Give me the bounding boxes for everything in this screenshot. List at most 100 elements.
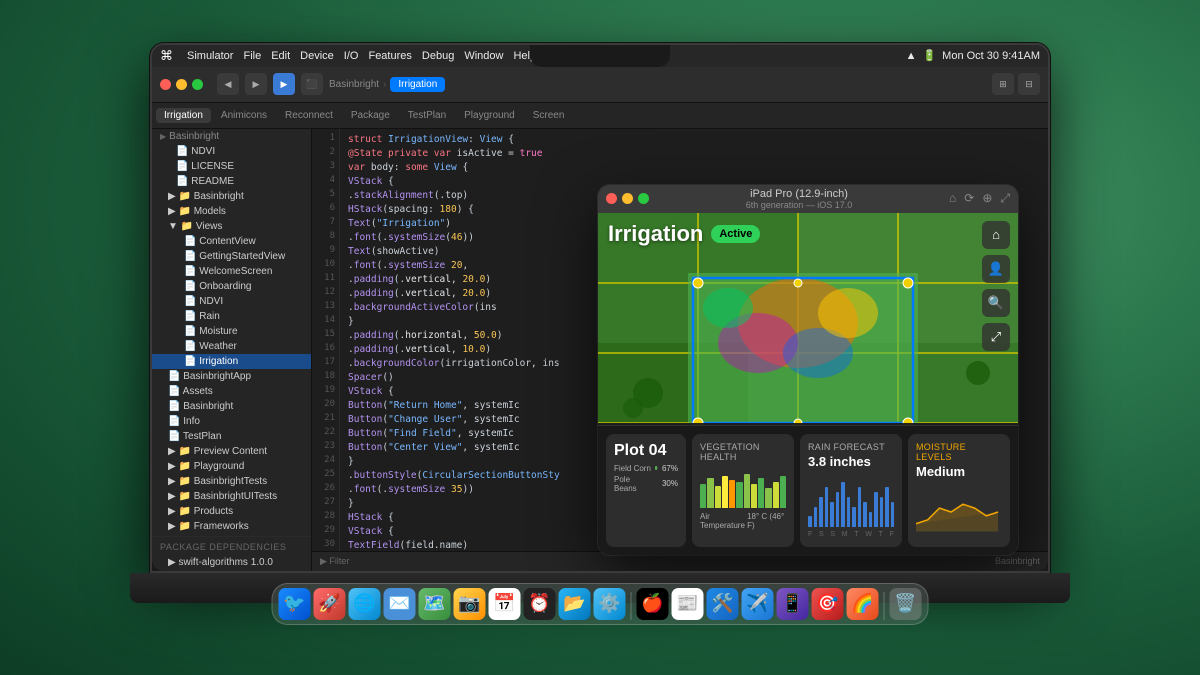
sidebar-models[interactable]: ▶ 📁 Models [152,204,311,219]
sidebar-moisture[interactable]: 📄 Moisture [152,324,311,339]
sidebar-basinbright-folder[interactable]: ▶ 📁 Basinbright [152,189,311,204]
sidebar-views[interactable]: ▼ 📁 Views [152,219,311,234]
rotate-icon[interactable]: ⟳ [964,191,974,206]
inspector-btn[interactable]: ⊟ [1018,73,1040,95]
sidebar-contentview[interactable]: 📄 ContentView [152,234,311,249]
dock-instruments[interactable]: 🎯 [812,588,844,620]
dock-finder[interactable]: 🐦 [279,588,311,620]
dock-simulator[interactable]: 📱 [777,588,809,620]
dock-calendar[interactable]: 📅 [489,588,521,620]
apple-logo-icon: ⌘ [160,48,173,64]
run-button[interactable]: ▶ [273,73,295,95]
menu-debug[interactable]: Debug [422,50,454,62]
dock-appletv[interactable]: 🍎 [637,588,669,620]
search-tool-btn[interactable]: 🔍 [982,289,1010,317]
zoom-icon[interactable]: ⊕ [982,191,992,206]
tab-screen[interactable]: Screen [525,108,573,123]
tab-playground[interactable]: Playground [456,108,523,123]
rain-bar-13 [874,492,878,527]
menu-file[interactable]: File [243,50,261,62]
user-tool-btn[interactable]: 👤 [982,255,1010,283]
menu-device[interactable]: Device [300,50,334,62]
air-temp-row: Air Temperature 18° C (46° F) [700,512,786,530]
menu-io[interactable]: I/O [344,50,359,62]
sidebar-uitests[interactable]: ▶ 📁 BasinbrightUITests [152,489,311,504]
dock-launchpad[interactable]: 🚀 [314,588,346,620]
sidebar-assets[interactable]: 📄 Assets [152,384,311,399]
veg-bar-5 [729,480,735,508]
home-icon[interactable]: ⌂ [949,191,956,206]
dock-clock[interactable]: ⏰ [524,588,556,620]
dock-news[interactable]: 📰 [672,588,704,620]
sidebar-rain[interactable]: 📄 Rain [152,309,311,324]
tab-package[interactable]: Package [343,108,398,123]
sidebar-views-ndvi[interactable]: 📄 NDVI [152,294,311,309]
close-button[interactable] [160,79,171,90]
bottom-data-panel: Plot 04 Field Corn 67% [598,425,1018,555]
rain-value: 3.8 inches [808,454,894,469]
sidebar-ndvi[interactable]: 📄 NDVI [152,144,311,159]
menu-features[interactable]: Features [368,50,411,62]
dock-mail[interactable]: ✉️ [384,588,416,620]
veg-bars [700,468,786,508]
dock-safari[interactable]: 🌐 [349,588,381,620]
datetime: Mon Oct 30 9:41AM [942,50,1040,62]
field-corn-bar [655,466,657,470]
notch [530,45,670,67]
rain-bar-12 [869,512,873,527]
sidebar-testplan[interactable]: 📄 TestPlan [152,429,311,444]
maximize-button[interactable] [192,79,203,90]
dock-maps[interactable]: 🗺️ [419,588,451,620]
rain-bar-8 [847,497,851,527]
menu-edit[interactable]: Edit [271,50,290,62]
pkg-collections[interactable]: ▶ swift-collections 1.0.4 [152,570,311,571]
layout-btn[interactable]: ⊞ [992,73,1014,95]
menu-simulator[interactable]: Simulator [187,50,233,62]
package-dependencies-section: Package Dependencies ▶ swift-algorithms … [152,536,311,571]
menu-bar-left: ⌘ Simulator File Edit Device I/O Feature… [160,48,536,64]
filter-button[interactable]: ▶ Filter [320,556,349,567]
sidebar-onboarding[interactable]: 📄 Onboarding [152,279,311,294]
dock-xcode[interactable]: 🛠️ [707,588,739,620]
sidebar-gettingstarted[interactable]: 📄 GettingStartedView [152,249,311,264]
fullscreen-icon[interactable]: ⤢ [1000,191,1010,206]
tab-irrigation[interactable]: Irrigation [156,108,211,123]
back-button[interactable]: ◀ [217,73,239,95]
sidebar-readme[interactable]: 📄 README [152,174,311,189]
sidebar-weather[interactable]: 📄 Weather [152,339,311,354]
tab-animicons[interactable]: Animicons [213,108,275,123]
sidebar-basinbright2[interactable]: 📄 Basinbright [152,399,311,414]
minimize-button[interactable] [176,79,187,90]
menu-window[interactable]: Window [464,50,503,62]
ipad-minimize-btn[interactable] [622,193,633,204]
menu-bar-right: ▲ 🔋 Mon Oct 30 9:41AM [906,49,1040,62]
sidebar-welcomescreen[interactable]: 📄 WelcomeScreen [152,264,311,279]
pkg-algorithms[interactable]: ▶ swift-algorithms 1.0.0 [152,555,311,570]
ipad-close-btn[interactable] [606,193,617,204]
stop-button[interactable]: ⬛ [301,73,323,95]
dock-appstore[interactable]: ⚙️ [594,588,626,620]
dock-trash[interactable]: 🗑️ [890,588,922,620]
field-row-beans: Pole Beans 30% [614,475,678,493]
sidebar-basinbrightapp[interactable]: 📄 BasinbrightApp [152,369,311,384]
sidebar-license[interactable]: 📄 LICENSE [152,159,311,174]
tab-reconnect[interactable]: Reconnect [277,108,341,123]
sidebar-tests[interactable]: ▶ 📁 BasinbrightTests [152,474,311,489]
dock-files[interactable]: 📂 [559,588,591,620]
dock-colorpicker[interactable]: 🌈 [847,588,879,620]
dock-testflight[interactable]: ✈️ [742,588,774,620]
forward-button[interactable]: ▶ [245,73,267,95]
sidebar-frameworks[interactable]: ▶ 📁 Frameworks [152,519,311,534]
active-file-tab[interactable]: Irrigation [390,77,445,92]
fullscreen-tool-btn[interactable]: ⤢ [982,323,1010,351]
bottom-project: Basinbright [995,556,1040,566]
ipad-maximize-btn[interactable] [638,193,649,204]
sidebar-irrigation[interactable]: 📄 Irrigation [152,354,311,369]
sidebar-products[interactable]: ▶ 📁 Products [152,504,311,519]
tab-testplan[interactable]: TestPlan [400,108,454,123]
dock-photos[interactable]: 📷 [454,588,486,620]
sidebar-playground[interactable]: ▶ 📁 Playground [152,459,311,474]
home-tool-btn[interactable]: ⌂ [982,221,1010,249]
sidebar-info[interactable]: 📄 Info [152,414,311,429]
sidebar-preview[interactable]: ▶ 📁 Preview Content [152,444,311,459]
